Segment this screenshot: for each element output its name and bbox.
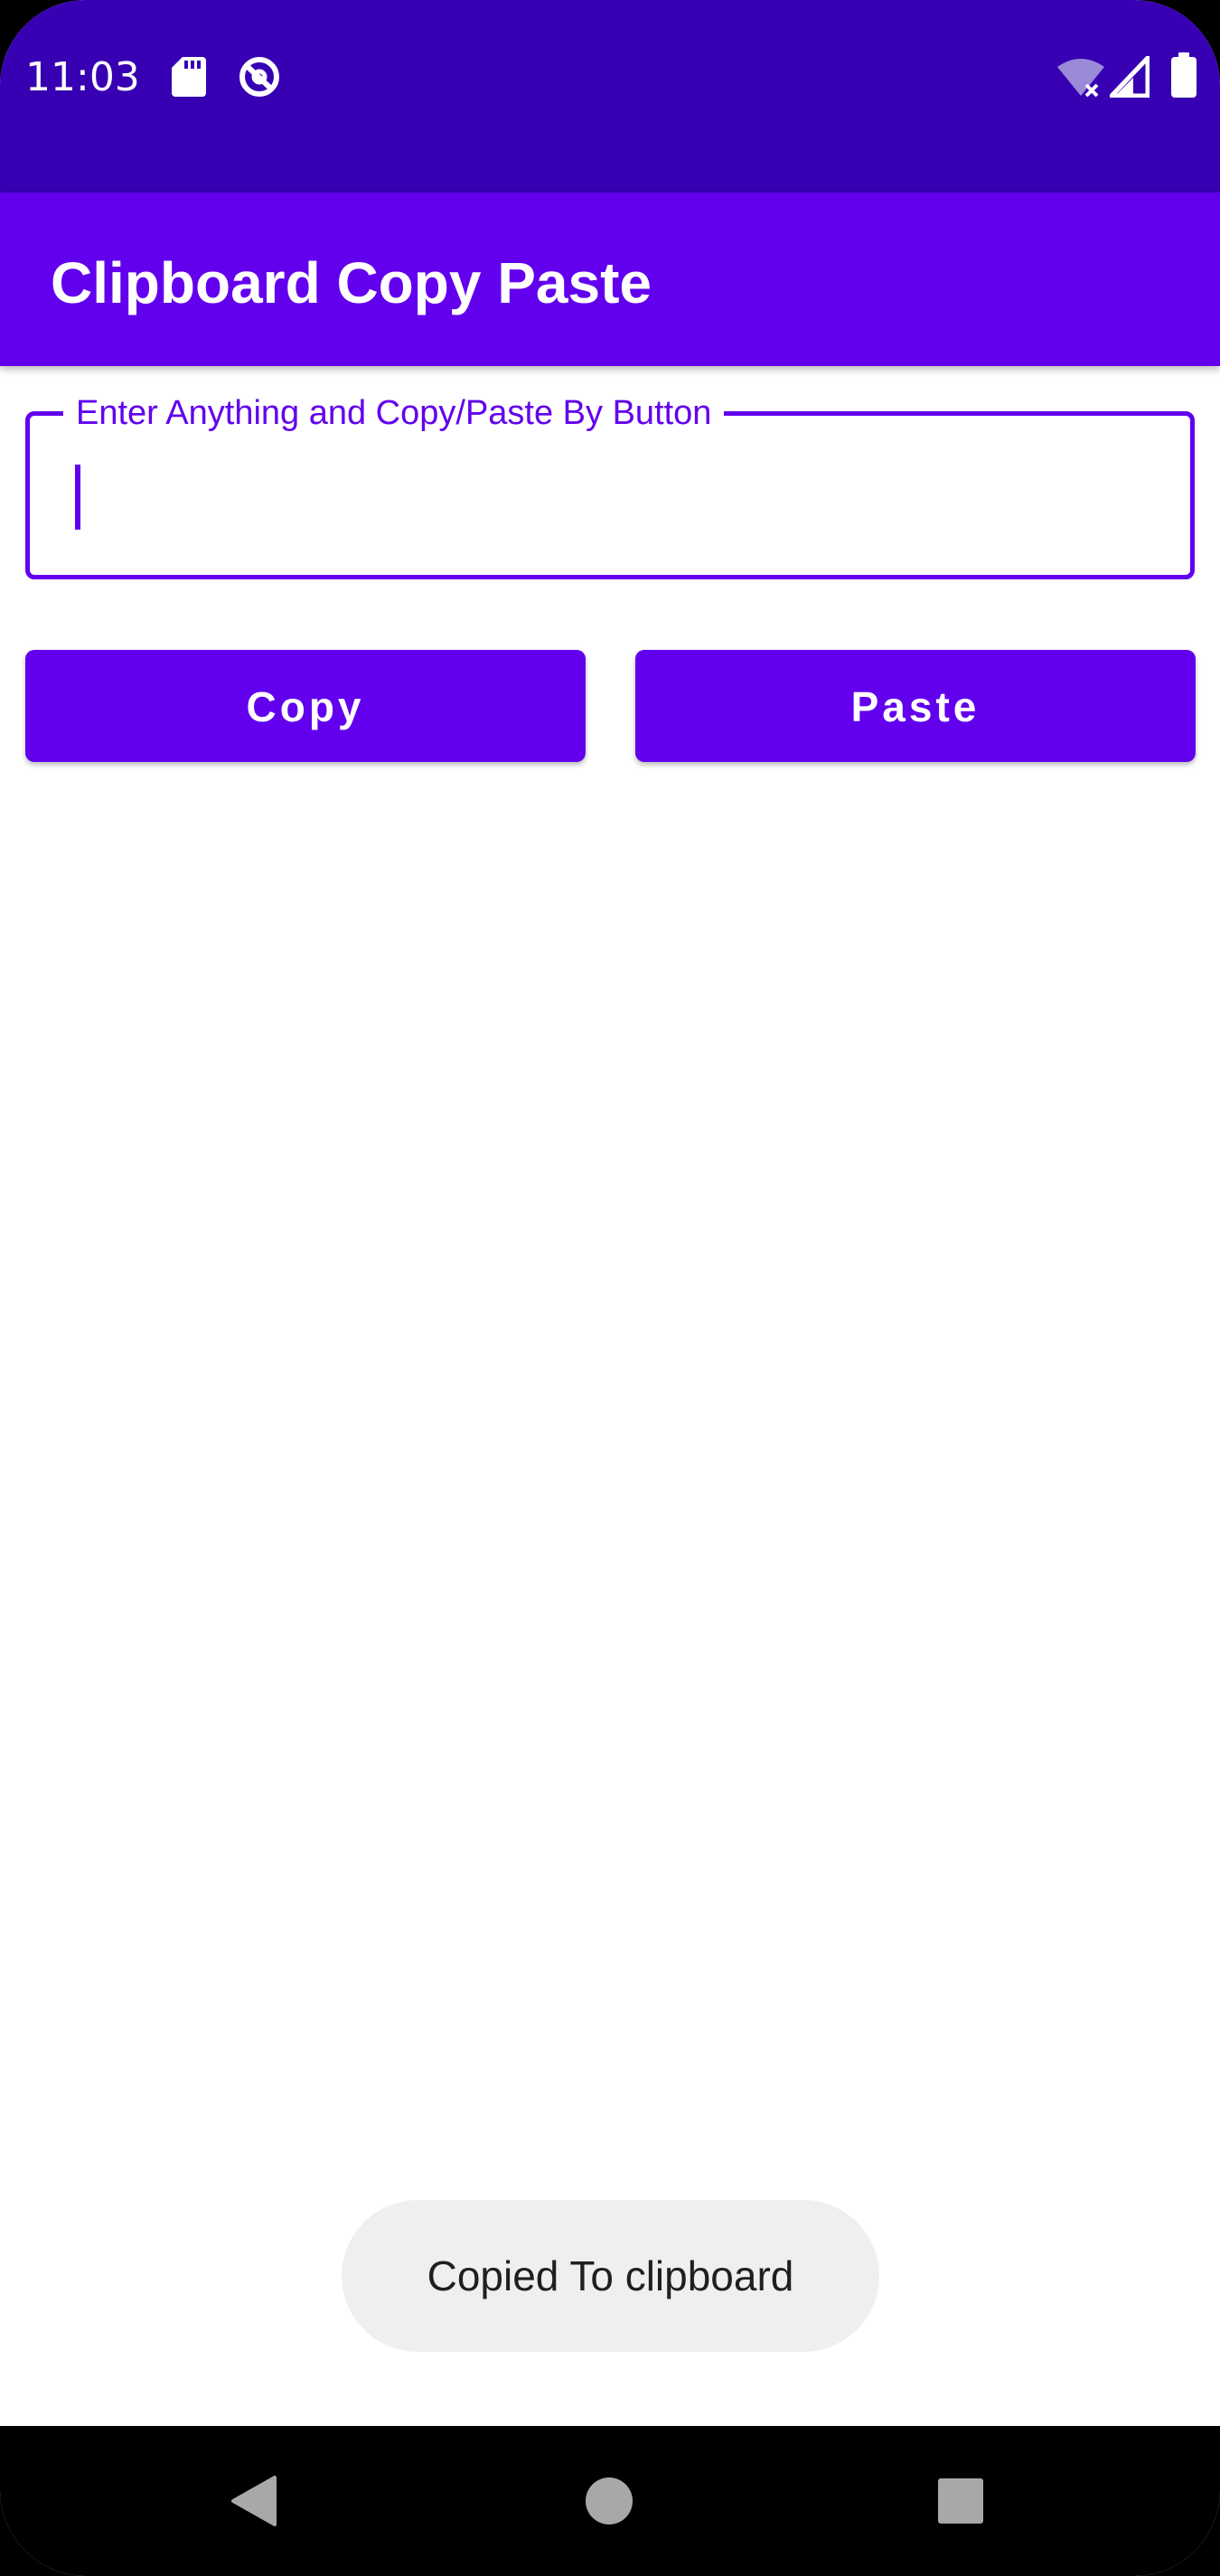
clipboard-text-input[interactable]	[72, 461, 1160, 535]
navigation-bar	[0, 2426, 1220, 2576]
home-icon[interactable]	[585, 2477, 633, 2529]
app-bar: Clipboard Copy Paste	[0, 193, 1220, 366]
app-title: Clipboard Copy Paste	[51, 250, 652, 315]
back-icon[interactable]	[230, 2476, 277, 2530]
status-bar: 11:03	[0, 0, 1220, 193]
toast-message: Copied To clipboard	[342, 2200, 879, 2352]
signal-icon	[1106, 52, 1150, 101]
wifi-icon	[1057, 56, 1104, 101]
device-screen: 11:03 Clipboard Copy Paste Enter Anythin…	[0, 0, 1220, 2576]
paste-button[interactable]: Paste	[635, 650, 1196, 762]
text-field-label: Enter Anything and Copy/Paste By Button	[63, 390, 725, 436]
status-time: 11:03	[25, 54, 140, 100]
copy-button[interactable]: Copy	[25, 650, 586, 762]
text-cursor	[75, 465, 80, 530]
battery-icon	[1171, 52, 1197, 101]
sd-card-icon	[172, 57, 206, 100]
recents-icon[interactable]	[938, 2478, 983, 2527]
data-saver-icon	[237, 54, 282, 103]
